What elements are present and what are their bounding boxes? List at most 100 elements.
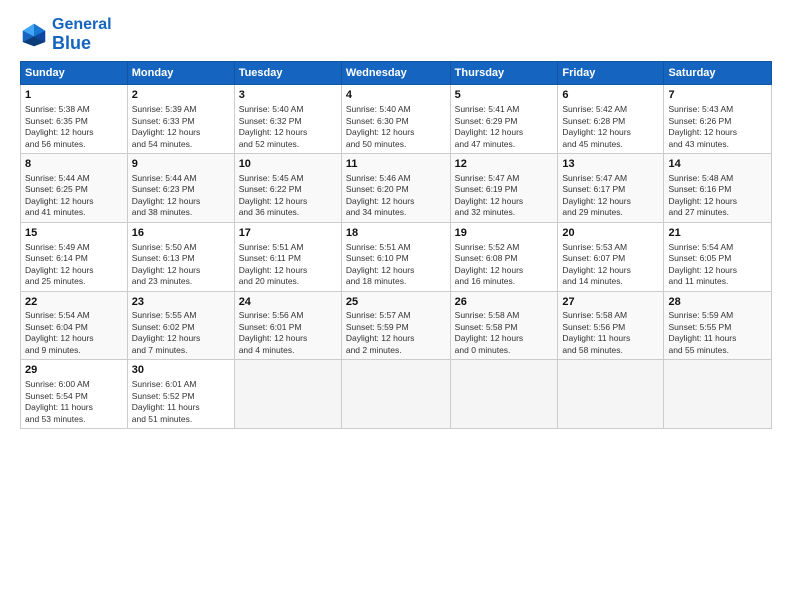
week-row-4: 22Sunrise: 5:54 AM Sunset: 6:04 PM Dayli…: [21, 291, 772, 360]
calendar-cell: 30Sunrise: 6:01 AM Sunset: 5:52 PM Dayli…: [127, 360, 234, 429]
day-number: 2: [132, 88, 230, 103]
calendar-cell: 21Sunrise: 5:54 AM Sunset: 6:05 PM Dayli…: [664, 222, 772, 291]
day-detail: Sunrise: 5:54 AM Sunset: 6:05 PM Dayligh…: [668, 242, 767, 288]
calendar-cell: 29Sunrise: 6:00 AM Sunset: 5:54 PM Dayli…: [21, 360, 128, 429]
day-number: 11: [346, 157, 446, 172]
day-number: 26: [455, 295, 554, 310]
header: GeneralBlue: [20, 16, 772, 53]
week-row-3: 15Sunrise: 5:49 AM Sunset: 6:14 PM Dayli…: [21, 222, 772, 291]
calendar-cell: [341, 360, 450, 429]
day-number: 9: [132, 157, 230, 172]
weekday-header-sunday: Sunday: [21, 62, 128, 85]
day-number: 15: [25, 226, 123, 241]
calendar-cell: 15Sunrise: 5:49 AM Sunset: 6:14 PM Dayli…: [21, 222, 128, 291]
day-number: 10: [239, 157, 337, 172]
calendar-cell: 22Sunrise: 5:54 AM Sunset: 6:04 PM Dayli…: [21, 291, 128, 360]
calendar-cell: [558, 360, 664, 429]
day-number: 23: [132, 295, 230, 310]
day-detail: Sunrise: 5:44 AM Sunset: 6:23 PM Dayligh…: [132, 173, 230, 219]
day-detail: Sunrise: 5:48 AM Sunset: 6:16 PM Dayligh…: [668, 173, 767, 219]
day-number: 12: [455, 157, 554, 172]
day-detail: Sunrise: 5:44 AM Sunset: 6:25 PM Dayligh…: [25, 173, 123, 219]
day-detail: Sunrise: 5:55 AM Sunset: 6:02 PM Dayligh…: [132, 310, 230, 356]
calendar-cell: [234, 360, 341, 429]
calendar-cell: 18Sunrise: 5:51 AM Sunset: 6:10 PM Dayli…: [341, 222, 450, 291]
day-number: 3: [239, 88, 337, 103]
logo-icon: [20, 21, 48, 49]
calendar-cell: 25Sunrise: 5:57 AM Sunset: 5:59 PM Dayli…: [341, 291, 450, 360]
calendar-cell: 10Sunrise: 5:45 AM Sunset: 6:22 PM Dayli…: [234, 154, 341, 223]
day-detail: Sunrise: 5:40 AM Sunset: 6:32 PM Dayligh…: [239, 104, 337, 150]
day-detail: Sunrise: 5:56 AM Sunset: 6:01 PM Dayligh…: [239, 310, 337, 356]
day-number: 8: [25, 157, 123, 172]
day-detail: Sunrise: 5:51 AM Sunset: 6:10 PM Dayligh…: [346, 242, 446, 288]
day-detail: Sunrise: 6:01 AM Sunset: 5:52 PM Dayligh…: [132, 379, 230, 425]
weekday-header-thursday: Thursday: [450, 62, 558, 85]
calendar-cell: 13Sunrise: 5:47 AM Sunset: 6:17 PM Dayli…: [558, 154, 664, 223]
day-detail: Sunrise: 5:39 AM Sunset: 6:33 PM Dayligh…: [132, 104, 230, 150]
weekday-header-wednesday: Wednesday: [341, 62, 450, 85]
calendar-cell: 14Sunrise: 5:48 AM Sunset: 6:16 PM Dayli…: [664, 154, 772, 223]
day-number: 13: [562, 157, 659, 172]
day-number: 17: [239, 226, 337, 241]
calendar-cell: 16Sunrise: 5:50 AM Sunset: 6:13 PM Dayli…: [127, 222, 234, 291]
calendar-cell: 2Sunrise: 5:39 AM Sunset: 6:33 PM Daylig…: [127, 85, 234, 154]
calendar-cell: 19Sunrise: 5:52 AM Sunset: 6:08 PM Dayli…: [450, 222, 558, 291]
day-number: 28: [668, 295, 767, 310]
day-number: 25: [346, 295, 446, 310]
calendar-cell: 24Sunrise: 5:56 AM Sunset: 6:01 PM Dayli…: [234, 291, 341, 360]
weekday-header-saturday: Saturday: [664, 62, 772, 85]
calendar-cell: 6Sunrise: 5:42 AM Sunset: 6:28 PM Daylig…: [558, 85, 664, 154]
weekday-header-monday: Monday: [127, 62, 234, 85]
weekday-header-friday: Friday: [558, 62, 664, 85]
day-detail: Sunrise: 5:46 AM Sunset: 6:20 PM Dayligh…: [346, 173, 446, 219]
calendar-cell: 7Sunrise: 5:43 AM Sunset: 6:26 PM Daylig…: [664, 85, 772, 154]
day-detail: Sunrise: 5:45 AM Sunset: 6:22 PM Dayligh…: [239, 173, 337, 219]
day-number: 4: [346, 88, 446, 103]
day-number: 5: [455, 88, 554, 103]
day-number: 14: [668, 157, 767, 172]
day-detail: Sunrise: 5:58 AM Sunset: 5:56 PM Dayligh…: [562, 310, 659, 356]
calendar-cell: [450, 360, 558, 429]
calendar-table: SundayMondayTuesdayWednesdayThursdayFrid…: [20, 61, 772, 429]
day-detail: Sunrise: 5:42 AM Sunset: 6:28 PM Dayligh…: [562, 104, 659, 150]
calendar-cell: 27Sunrise: 5:58 AM Sunset: 5:56 PM Dayli…: [558, 291, 664, 360]
day-detail: Sunrise: 5:57 AM Sunset: 5:59 PM Dayligh…: [346, 310, 446, 356]
logo: GeneralBlue: [20, 16, 112, 53]
day-number: 24: [239, 295, 337, 310]
day-detail: Sunrise: 6:00 AM Sunset: 5:54 PM Dayligh…: [25, 379, 123, 425]
day-number: 20: [562, 226, 659, 241]
day-detail: Sunrise: 5:38 AM Sunset: 6:35 PM Dayligh…: [25, 104, 123, 150]
day-detail: Sunrise: 5:40 AM Sunset: 6:30 PM Dayligh…: [346, 104, 446, 150]
day-number: 1: [25, 88, 123, 103]
day-number: 18: [346, 226, 446, 241]
calendar-cell: 20Sunrise: 5:53 AM Sunset: 6:07 PM Dayli…: [558, 222, 664, 291]
calendar-cell: 8Sunrise: 5:44 AM Sunset: 6:25 PM Daylig…: [21, 154, 128, 223]
calendar-cell: [664, 360, 772, 429]
calendar-cell: 12Sunrise: 5:47 AM Sunset: 6:19 PM Dayli…: [450, 154, 558, 223]
day-detail: Sunrise: 5:59 AM Sunset: 5:55 PM Dayligh…: [668, 310, 767, 356]
day-detail: Sunrise: 5:47 AM Sunset: 6:19 PM Dayligh…: [455, 173, 554, 219]
calendar-cell: 23Sunrise: 5:55 AM Sunset: 6:02 PM Dayli…: [127, 291, 234, 360]
calendar-cell: 4Sunrise: 5:40 AM Sunset: 6:30 PM Daylig…: [341, 85, 450, 154]
day-number: 21: [668, 226, 767, 241]
day-number: 7: [668, 88, 767, 103]
day-number: 6: [562, 88, 659, 103]
weekday-header-row: SundayMondayTuesdayWednesdayThursdayFrid…: [21, 62, 772, 85]
day-detail: Sunrise: 5:49 AM Sunset: 6:14 PM Dayligh…: [25, 242, 123, 288]
page: GeneralBlue SundayMondayTuesdayWednesday…: [0, 0, 792, 612]
day-number: 16: [132, 226, 230, 241]
week-row-2: 8Sunrise: 5:44 AM Sunset: 6:25 PM Daylig…: [21, 154, 772, 223]
day-detail: Sunrise: 5:54 AM Sunset: 6:04 PM Dayligh…: [25, 310, 123, 356]
day-number: 22: [25, 295, 123, 310]
day-detail: Sunrise: 5:43 AM Sunset: 6:26 PM Dayligh…: [668, 104, 767, 150]
day-detail: Sunrise: 5:52 AM Sunset: 6:08 PM Dayligh…: [455, 242, 554, 288]
day-number: 19: [455, 226, 554, 241]
calendar-cell: 1Sunrise: 5:38 AM Sunset: 6:35 PM Daylig…: [21, 85, 128, 154]
day-number: 29: [25, 363, 123, 378]
calendar-cell: 28Sunrise: 5:59 AM Sunset: 5:55 PM Dayli…: [664, 291, 772, 360]
day-detail: Sunrise: 5:53 AM Sunset: 6:07 PM Dayligh…: [562, 242, 659, 288]
day-detail: Sunrise: 5:58 AM Sunset: 5:58 PM Dayligh…: [455, 310, 554, 356]
calendar-cell: 3Sunrise: 5:40 AM Sunset: 6:32 PM Daylig…: [234, 85, 341, 154]
calendar-cell: 5Sunrise: 5:41 AM Sunset: 6:29 PM Daylig…: [450, 85, 558, 154]
